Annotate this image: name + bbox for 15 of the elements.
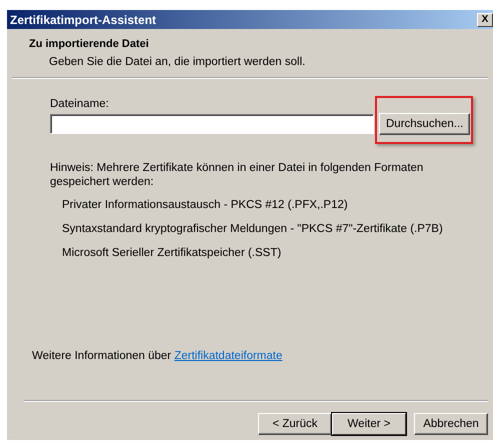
hint-text: Hinweis: Mehrere Zertifikate können in einer Datei in folgenden Formaten gespeichert werden:	[50, 161, 424, 189]
field-label: Dateiname:	[50, 98, 110, 110]
formats-link[interactable]: Zertifikatdateiformate	[174, 350, 282, 362]
next-button[interactable]: Weiter >	[332, 413, 406, 435]
format-item: Syntaxstandard kryptografischer Meldungen - "PKCS #7"-Zertifikate (.P7B)	[62, 222, 444, 236]
window-title: Zertifikatimport-Assistent	[10, 12, 156, 26]
back-button[interactable]: < Zurück	[258, 413, 332, 435]
cancel-button[interactable]: Abbrechen	[414, 413, 488, 435]
browse-button[interactable]: Durchsuchen...	[379, 113, 470, 135]
format-item: Privater Informationsaustausch - PKCS #12 (.PFX,.P12)	[62, 198, 349, 212]
page-title: Zu importierende Datei	[29, 38, 150, 50]
page-subtitle: Geben Sie die Datei an, die importiert werden soll.	[49, 56, 306, 68]
format-item: Microsoft Serieller Zertifikatspeicher (.SST)	[62, 246, 282, 260]
more-info-text: Weitere Informationen über Zertifikatdateiformate	[32, 350, 284, 364]
close-button[interactable]: X	[477, 12, 493, 26]
